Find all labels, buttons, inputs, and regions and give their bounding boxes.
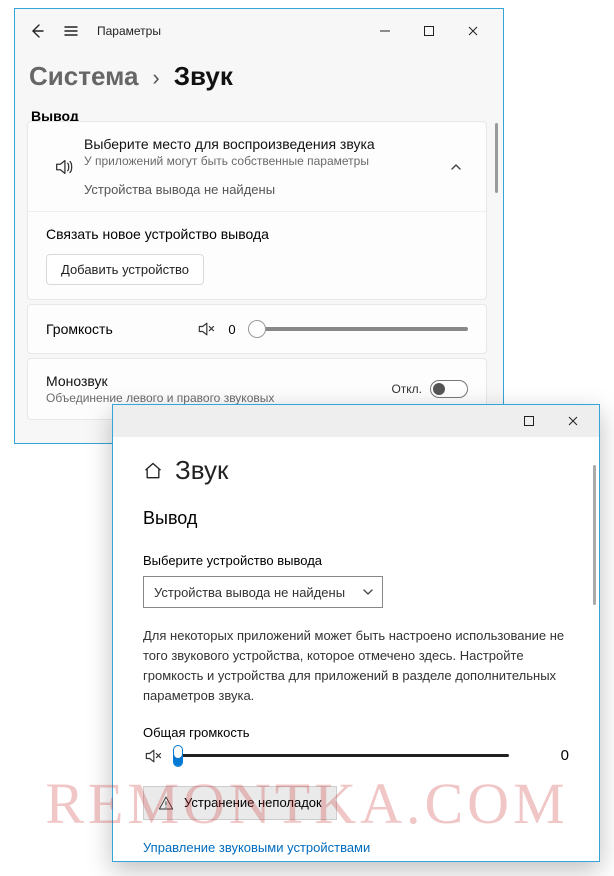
volume-value: 0 [222,322,242,337]
section-heading: Вывод [113,496,599,535]
output-heading: Выберите место для воспроизведения звука [84,136,444,152]
troubleshoot-label: Устранение неполадок [184,795,322,810]
output-notfound: Устройства вывода не найдены [84,182,444,197]
link-new-device: Связать новое устройство вывода [46,226,468,242]
output-subtext: У приложений могут быть собственные пара… [84,154,444,168]
maximize-button[interactable] [407,16,451,46]
mono-state: Откл. [391,382,422,396]
close-button[interactable] [451,16,495,46]
output-device-card: Выберите место для воспроизведения звука… [27,121,487,300]
toggle-knob [433,383,445,395]
mono-label: Монозвук [46,373,391,389]
chevron-right-icon: › [152,65,159,91]
window-title: Параметры [97,24,161,38]
select-value: Устройства вывода не найдены [154,585,345,600]
master-volume-slider[interactable] [173,754,509,757]
titlebar: Параметры [15,9,503,53]
minimize-button[interactable] [363,16,407,46]
breadcrumb-current: Звук [174,61,233,92]
volume-slider-thumb[interactable] [248,320,266,338]
titlebar [113,405,599,437]
warning-icon [158,795,174,811]
chevron-up-icon[interactable] [444,160,468,174]
scrollbar-thumb[interactable] [495,123,498,193]
volume-slider[interactable] [248,327,468,331]
breadcrumb: Система › Звук [15,53,503,106]
master-volume-value: 0 [519,747,569,764]
troubleshoot-button[interactable]: Устранение неполадок [143,786,337,820]
master-slider-thumb[interactable] [173,745,183,767]
mute-icon[interactable] [143,746,163,766]
scrollbar-thumb[interactable] [593,465,596,605]
mute-icon[interactable] [196,319,222,339]
breadcrumb-parent[interactable]: Система [29,61,138,92]
close-button[interactable] [551,407,595,435]
add-device-button[interactable]: Добавить устройство [46,254,204,285]
manage-devices-link[interactable]: Управление звуковыми устройствами [113,820,599,855]
info-paragraph: Для некоторых приложений может быть наст… [113,608,599,707]
settings-window-win10: Звук Вывод Выберите устройство вывода Ус… [112,404,600,862]
chevron-down-icon [362,586,374,598]
volume-label: Громкость [46,321,196,337]
output-device-select[interactable]: Устройства вывода не найдены [143,576,383,608]
hamburger-icon[interactable] [63,23,79,39]
volume-card: Громкость 0 [27,304,487,354]
page-title: Звук [175,455,228,486]
home-icon[interactable] [143,461,163,481]
select-label: Выберите устройство вывода [113,535,599,576]
maximize-button[interactable] [507,407,551,435]
mono-toggle[interactable] [430,380,468,398]
back-icon[interactable] [29,23,45,39]
output-device-row[interactable]: Выберите место для воспроизведения звука… [28,122,486,212]
mono-sub: Объединение левого и правого звуковых [46,391,391,405]
master-volume-label: Общая громкость [113,707,599,746]
speaker-icon [46,156,82,178]
settings-window-win11: Параметры Система › Звук Вывод Выберите … [14,8,504,444]
